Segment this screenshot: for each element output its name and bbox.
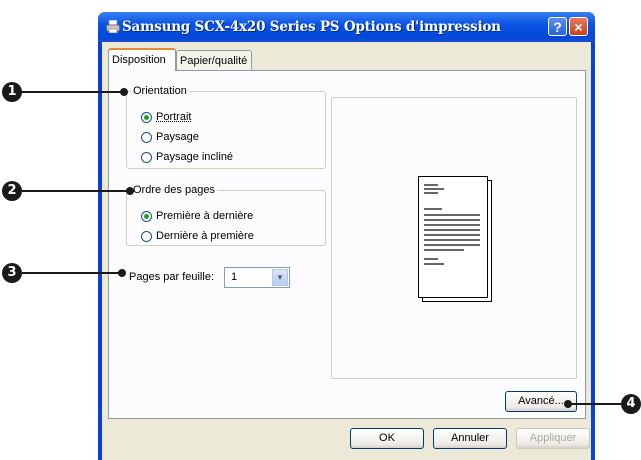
radio-label: Portrait [156,111,192,123]
callout-2-dot [126,187,134,195]
pages-per-sheet-label: Pages par feuille: [129,271,214,283]
page-preview-icon [418,176,488,298]
callout-3: 3 [2,263,22,283]
tab-panel-disposition: Orientation Portrait Paysage Paysage inc… [108,70,586,419]
printer-icon [106,20,120,33]
callout-4: 4 [621,394,641,414]
orientation-group: Orientation Portrait Paysage Paysage inc… [126,85,326,169]
callout-1-line [22,91,124,93]
pages-per-sheet-select[interactable]: 1 ▼ [224,267,290,288]
layout-preview [331,97,577,379]
radio-portrait[interactable]: Portrait [141,111,191,126]
orientation-legend: Orientation [133,85,187,97]
tab-paper-quality[interactable]: Papier/qualité [176,50,252,70]
radio-last-to-first[interactable]: Dernière à première [141,230,254,245]
callout-2-line [22,190,130,192]
radio-first-to-last[interactable]: Première à dernière [141,210,253,225]
close-button[interactable]: × [569,17,588,36]
page-order-legend: Ordre des pages [133,184,215,196]
tab-disposition[interactable]: Disposition [108,48,176,71]
callout-3-dot [118,269,126,277]
radio-label: Première à dernière [156,210,254,222]
dialog-client-area: Disposition Papier/qualité Orientation P… [102,42,591,460]
help-button[interactable]: ? [548,17,567,36]
apply-button[interactable]: Appliquer [516,428,590,449]
callout-1: 1 [2,82,22,102]
cancel-button[interactable]: Annuler [433,428,507,449]
radio-button-icon[interactable] [141,131,152,143]
page-order-group: Ordre des pages Première à dernière Dern… [126,184,326,246]
title-bar[interactable]: Samsung SCX-4x20 Series PS Options d'imp… [98,12,595,42]
callout-2: 2 [2,181,22,201]
radio-label: Dernière à première [156,230,254,242]
radio-landscape[interactable]: Paysage [141,131,199,146]
radio-button-icon[interactable] [141,210,152,222]
callout-1-dot [120,88,128,96]
radio-button-icon[interactable] [141,230,152,242]
radio-label: Paysage incliné [156,151,234,163]
window-title: Samsung SCX-4x20 Series PS Options d'imp… [122,19,501,35]
ok-button[interactable]: OK [350,428,424,449]
print-options-dialog: Samsung SCX-4x20 Series PS Options d'imp… [98,12,595,460]
radio-rotated-landscape[interactable]: Paysage incliné [141,151,233,166]
pages-per-sheet-value: 1 [231,271,238,283]
callout-4-line [568,403,624,405]
radio-button-icon[interactable] [141,111,152,123]
radio-label: Paysage [156,131,199,143]
radio-button-icon[interactable] [141,151,152,163]
callout-3-line [22,272,122,274]
chevron-down-icon[interactable]: ▼ [272,269,288,286]
